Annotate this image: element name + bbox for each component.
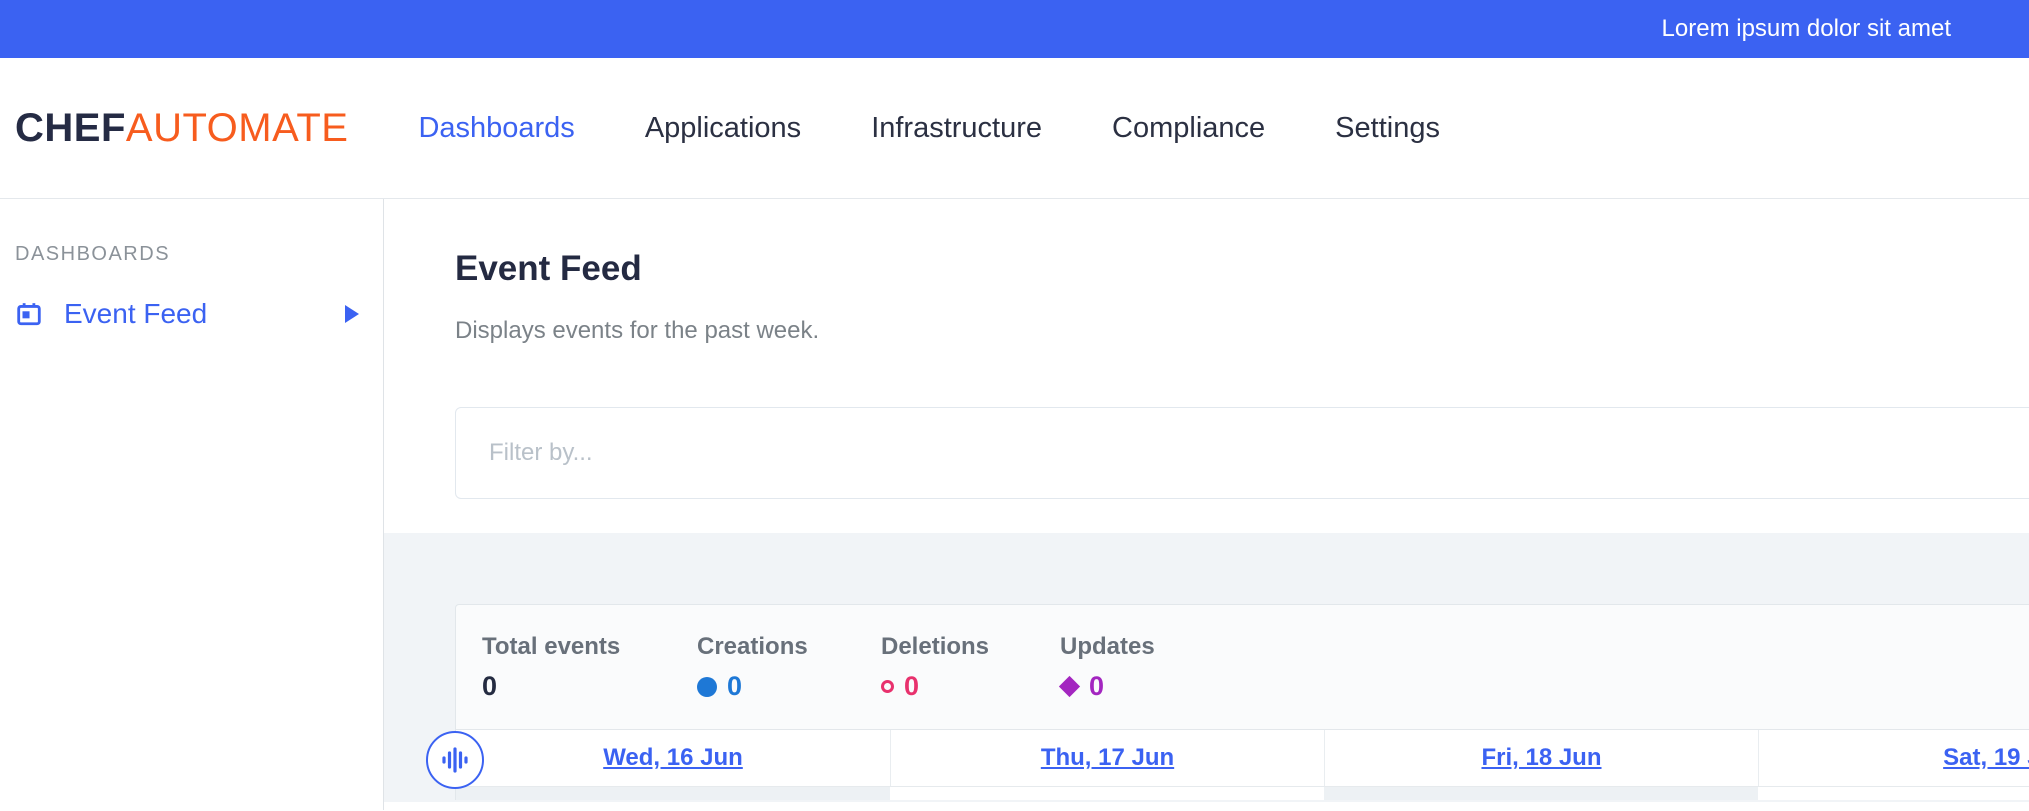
day-column-header: Thu, 17 Jun [890,730,1324,786]
filter-input[interactable] [455,407,2029,499]
sidebar-item-event-feed[interactable]: Event Feed [16,298,359,330]
stat-value: 0 [1089,671,1104,702]
stat-total-events: Total events 0 [482,633,697,729]
event-counts-card: Total events 0 Creations 0 Deletions [455,604,2029,800]
string-cell [890,787,1324,800]
timeline-toggle-button[interactable] [426,731,484,789]
string-cell [1758,787,2029,800]
sidebar-section-title: DASHBOARDS [15,243,383,266]
nav-settings[interactable]: Settings [1335,112,1440,145]
stat-value: 0 [904,671,919,702]
stat-creations: Creations 0 [697,633,881,729]
stat-label: Updates [1060,633,1155,661]
day-column-header: Sat, 19 Jun [1758,730,2029,786]
day-link-fri[interactable]: Fri, 18 Jun [1481,744,1601,772]
stat-label: Deletions [881,633,1060,661]
main-nav: Dashboards Applications Infrastructure C… [418,112,1440,145]
nav-applications[interactable]: Applications [645,112,801,145]
day-link-wed[interactable]: Wed, 16 Jun [603,744,743,772]
nav-infrastructure[interactable]: Infrastructure [871,112,1042,145]
stat-label: Creations [697,633,881,661]
sidebar-item-label: Event Feed [64,298,207,330]
day-column-header: Fri, 18 Jun [1324,730,1758,786]
stat-label: Total events [482,633,697,661]
stat-updates: Updates 0 [1060,633,1155,729]
content-area: DASHBOARDS Event Feed Event Feed Display… [0,199,2029,810]
equalizer-icon [440,745,470,775]
updates-diamond-icon [1059,676,1080,697]
event-feed-panel: Total events 0 Creations 0 Deletions [384,533,2029,802]
app-header: CHEFAUTOMATE Dashboards Applications Inf… [0,58,2029,199]
day-link-sat[interactable]: Sat, 19 Jun [1943,744,2029,772]
sidebar: DASHBOARDS Event Feed [0,199,384,810]
nav-compliance[interactable]: Compliance [1112,112,1265,145]
string-cell [1324,787,1758,800]
page-subtitle: Displays events for the past week. [455,317,2029,345]
logo-chef-text: CHEF [15,106,126,150]
timeline-strings-row [456,787,2029,800]
chevron-right-icon [345,305,359,323]
stat-value: 0 [482,671,497,702]
stat-deletions: Deletions 0 [881,633,1060,729]
event-feed-page: Event Feed Displays events for the past … [384,199,2029,810]
filter-bar [455,407,2029,499]
chef-automate-logo[interactable]: CHEFAUTOMATE [15,106,348,151]
page-title: Event Feed [455,249,2029,289]
day-link-thu[interactable]: Thu, 17 Jun [1041,744,1174,772]
nav-dashboards[interactable]: Dashboards [418,112,574,145]
deletions-ring-icon [881,680,894,693]
stat-value: 0 [727,671,742,702]
event-counts-row: Total events 0 Creations 0 Deletions [456,605,2029,730]
day-column-header: Wed, 16 Jun [456,730,890,786]
timeline-header-row: Wed, 16 Jun Thu, 17 Jun Fri, 18 Jun Sat,… [456,730,2029,787]
string-cell [456,787,890,800]
announcement-text: Lorem ipsum dolor sit amet [1662,15,1951,43]
logo-automate-text: AUTOMATE [126,106,349,150]
creations-dot-icon [697,677,717,697]
announcement-banner: Lorem ipsum dolor sit amet [0,0,2029,58]
calendar-icon [16,301,42,327]
